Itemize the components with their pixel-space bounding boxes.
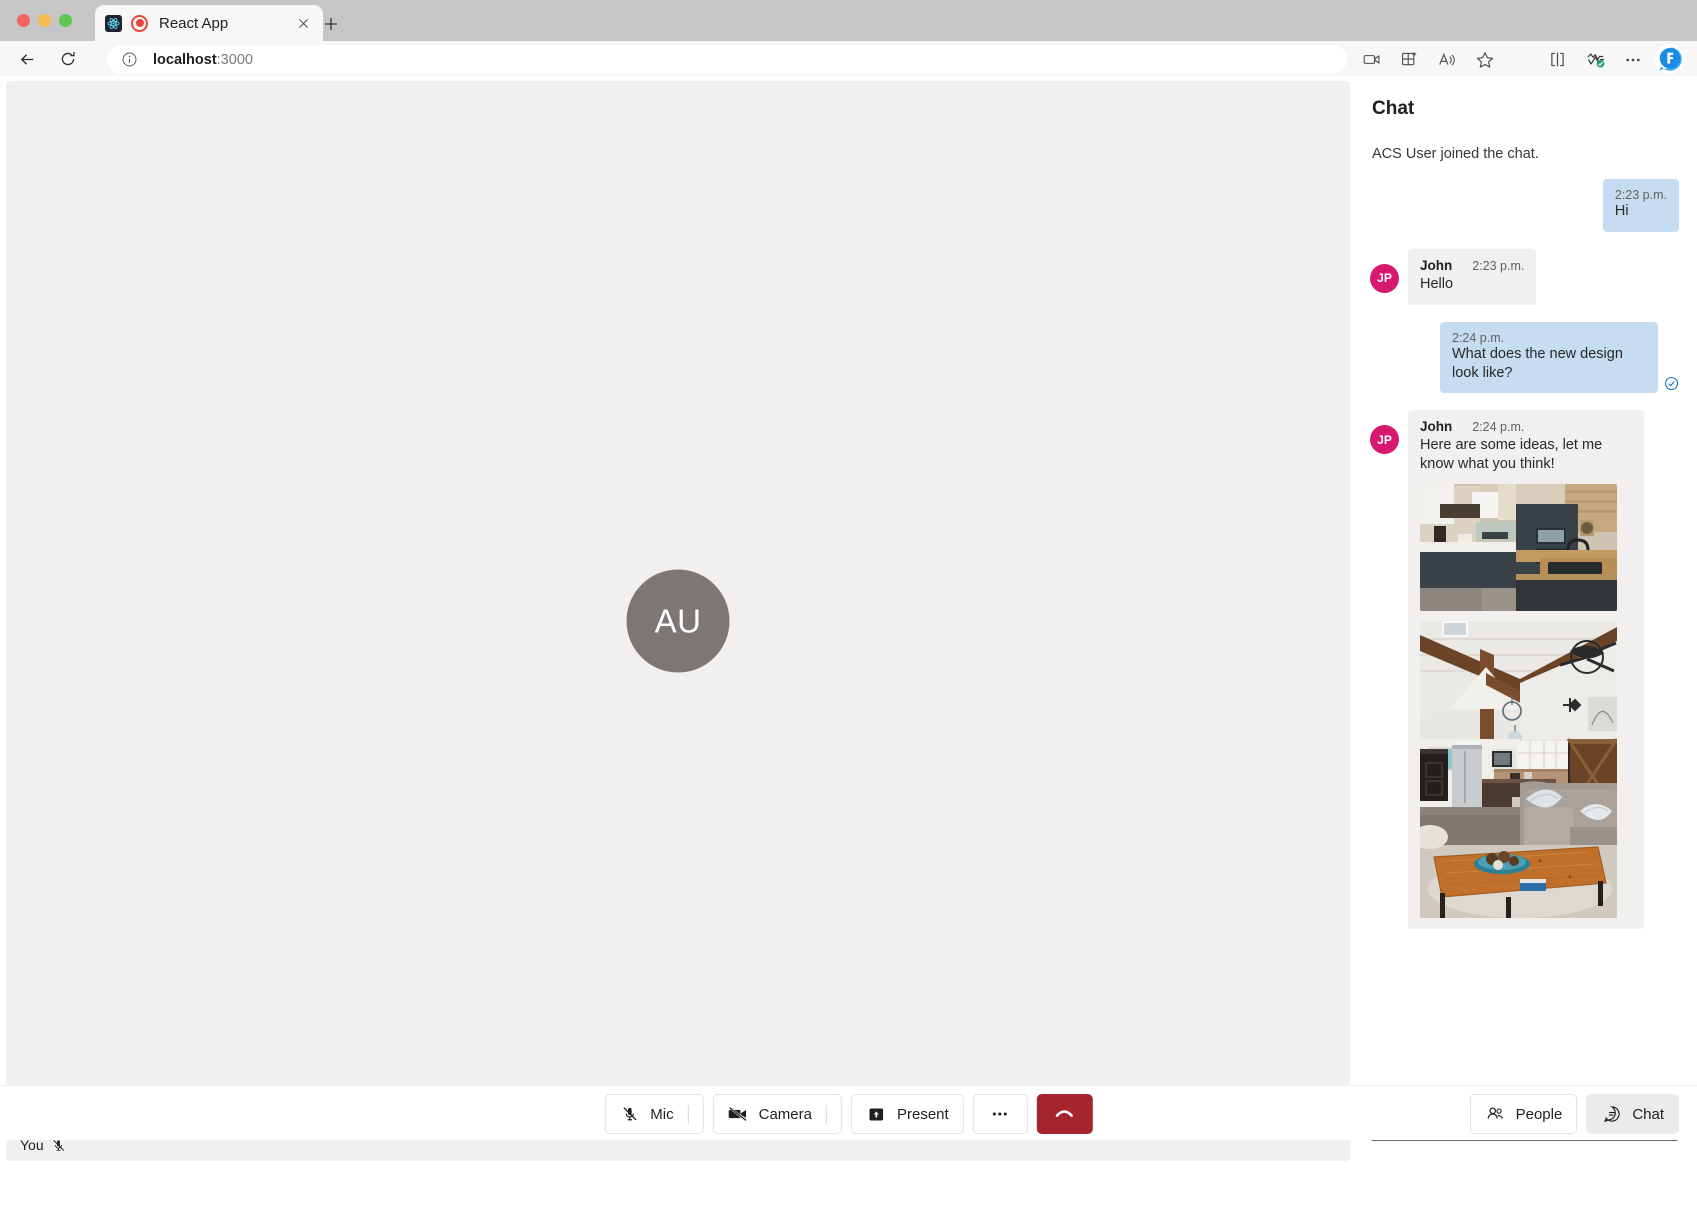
message-row: JP John 2:23 p.m. Hello bbox=[1370, 249, 1679, 305]
collections-add-icon[interactable] bbox=[1390, 45, 1428, 74]
avatar: JP bbox=[1370, 425, 1399, 454]
window-controls bbox=[17, 14, 72, 27]
read-aloud-icon[interactable] bbox=[1428, 45, 1466, 74]
message-sender: John bbox=[1420, 419, 1452, 434]
url-host: localhost bbox=[153, 52, 217, 68]
primary-controls: Mic Camera bbox=[604, 1094, 1092, 1134]
outgoing-bubble: 2:24 p.m. What does the new design look … bbox=[1440, 322, 1658, 394]
tab-title: React App bbox=[159, 15, 293, 32]
url-text: localhost:3000 bbox=[153, 52, 253, 68]
people-button[interactable]: People bbox=[1470, 1094, 1578, 1134]
message-row: 2:23 p.m. Hi bbox=[1370, 179, 1679, 232]
video-stage: AU You bbox=[6, 81, 1350, 1161]
message-time: 2:24 p.m. bbox=[1472, 420, 1524, 434]
message-row: 2:24 p.m. What does the new design look … bbox=[1370, 322, 1679, 394]
secondary-controls: People Chat bbox=[1470, 1094, 1679, 1134]
camera-label: Camera bbox=[759, 1106, 812, 1123]
message-text: What does the new design look like? bbox=[1452, 345, 1646, 383]
mic-dropdown-divider bbox=[688, 1105, 689, 1124]
message-text: Hello bbox=[1420, 275, 1524, 294]
message-text: Hi bbox=[1615, 202, 1667, 221]
site-info-icon[interactable] bbox=[121, 51, 138, 68]
chat-panel-title: Chat bbox=[1356, 76, 1697, 128]
back-arrow-icon[interactable] bbox=[12, 44, 42, 74]
new-tab-button[interactable] bbox=[318, 11, 344, 37]
system-message: ACS User joined the chat. bbox=[1370, 146, 1679, 162]
chat-button[interactable]: Chat bbox=[1586, 1094, 1679, 1134]
maximize-window-button[interactable] bbox=[59, 14, 72, 27]
close-window-button[interactable] bbox=[17, 14, 30, 27]
toolbar-icon-group bbox=[1352, 45, 1504, 74]
more-horizontal-icon bbox=[990, 1104, 1011, 1124]
avatar-initials: AU bbox=[655, 602, 702, 640]
browser-essentials-icon[interactable] bbox=[1576, 45, 1614, 74]
react-logo-icon bbox=[105, 15, 122, 32]
mic-label: Mic bbox=[650, 1106, 673, 1123]
message-time: 2:23 p.m. bbox=[1472, 259, 1524, 273]
camera-dropdown-divider bbox=[826, 1105, 827, 1124]
mic-off-icon bbox=[619, 1105, 640, 1123]
incoming-bubble: John 2:23 p.m. Hello bbox=[1408, 249, 1536, 305]
present-button[interactable]: Present bbox=[851, 1094, 964, 1134]
recording-dot-icon bbox=[131, 15, 148, 32]
camera-button[interactable]: Camera bbox=[713, 1094, 842, 1134]
chat-bubble-icon bbox=[1601, 1104, 1622, 1124]
copilot-icon[interactable] bbox=[1655, 44, 1685, 74]
title-bar: React App bbox=[0, 0, 1697, 41]
present-label: Present bbox=[897, 1106, 949, 1123]
browser-toolbar: localhost:3000 bbox=[0, 41, 1697, 76]
page-content: AU You Chat ACS User joined the chat. bbox=[0, 76, 1697, 1216]
screenshot-video-icon[interactable] bbox=[1352, 45, 1390, 74]
more-options-button[interactable] bbox=[973, 1094, 1028, 1134]
participant-avatar: AU bbox=[627, 570, 730, 673]
rustic-living-room-photo[interactable] bbox=[1420, 621, 1617, 918]
people-label: People bbox=[1516, 1106, 1563, 1123]
end-call-icon bbox=[1054, 1102, 1075, 1126]
message-sender: John bbox=[1420, 258, 1452, 273]
message-time: 2:24 p.m. bbox=[1452, 331, 1646, 345]
message-text: Here are some ideas, let me know what yo… bbox=[1420, 436, 1632, 474]
modern-kitchen-photo[interactable] bbox=[1420, 484, 1617, 611]
address-bar[interactable]: localhost:3000 bbox=[107, 45, 1347, 74]
close-icon[interactable] bbox=[293, 13, 313, 33]
camera-off-icon bbox=[728, 1104, 749, 1124]
minimize-window-button[interactable] bbox=[38, 14, 51, 27]
more-settings-icon[interactable] bbox=[1614, 45, 1652, 74]
people-icon bbox=[1485, 1104, 1506, 1124]
browser-tab[interactable]: React App bbox=[95, 5, 323, 41]
avatar: JP bbox=[1370, 264, 1399, 293]
message-time: 2:23 p.m. bbox=[1615, 188, 1667, 202]
chat-panel: Chat ACS User joined the chat. 2:23 p.m.… bbox=[1356, 76, 1697, 1161]
call-control-bar: Mic Camera bbox=[0, 1085, 1697, 1140]
end-call-button[interactable] bbox=[1037, 1094, 1093, 1134]
url-port: :3000 bbox=[217, 52, 253, 68]
outgoing-bubble: 2:23 p.m. Hi bbox=[1603, 179, 1679, 232]
reload-icon[interactable] bbox=[53, 44, 83, 74]
message-row: JP John 2:24 p.m. Here are some ideas, l… bbox=[1370, 410, 1679, 929]
split-screen-icon[interactable] bbox=[1538, 45, 1576, 74]
mic-button[interactable]: Mic bbox=[604, 1094, 703, 1134]
incoming-bubble: John 2:24 p.m. Here are some ideas, let … bbox=[1408, 410, 1644, 929]
chat-label: Chat bbox=[1632, 1106, 1664, 1123]
share-screen-icon bbox=[866, 1106, 887, 1123]
message-list[interactable]: ACS User joined the chat. 2:23 p.m. Hi J… bbox=[1356, 128, 1697, 1093]
favorite-star-icon[interactable] bbox=[1466, 45, 1504, 74]
browser-window: React App bbox=[0, 0, 1697, 1216]
message-read-icon bbox=[1664, 376, 1679, 391]
toolbar-right-group bbox=[1538, 45, 1652, 74]
